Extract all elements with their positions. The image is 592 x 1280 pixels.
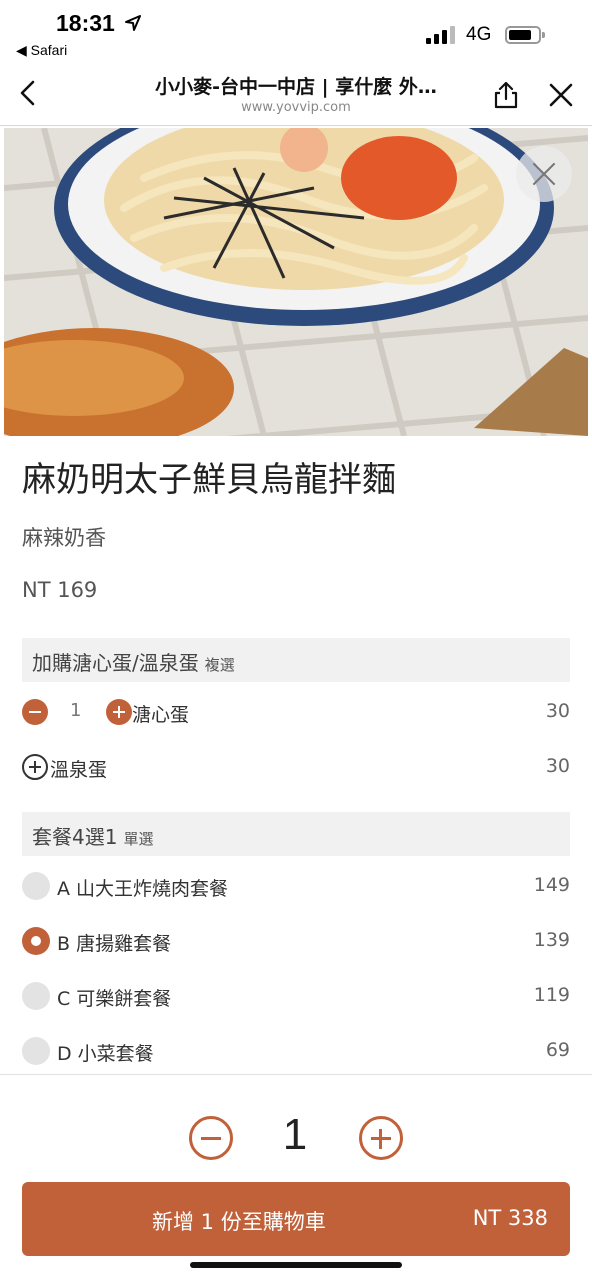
item-price: NT 169	[22, 578, 98, 602]
page-title: 小小麥-台中一中店 | 享什麼 外…	[155, 76, 437, 98]
combo-option-price: 69	[545, 1039, 570, 1061]
radio-button-selected[interactable]	[22, 927, 50, 955]
chevron-left-icon[interactable]	[16, 78, 40, 108]
addon-option-price: 30	[545, 700, 570, 722]
quantity-decrease-button[interactable]	[189, 1116, 233, 1160]
status-time: 18:31	[56, 10, 115, 36]
browser-toolbar: 小小麥-台中一中店 | 享什麼 外… www.yovvip.com	[0, 64, 592, 126]
combo-option-price: 139	[533, 929, 570, 951]
addon-option-row: 1 溏心蛋 30	[22, 692, 570, 732]
combo-option-row[interactable]: A 山大王炸燒肉套餐 149	[22, 866, 570, 906]
combo-option-row[interactable]: B 唐揚雞套餐 139	[22, 921, 570, 961]
combo-subtitle: 單選	[123, 830, 154, 848]
signal-icon	[426, 26, 458, 44]
addon-section-header: 加購溏心蛋/溫泉蛋 複選	[22, 638, 570, 682]
radio-button[interactable]	[22, 1037, 50, 1065]
close-item-button[interactable]	[516, 146, 572, 202]
cart-total: NT 338	[472, 1206, 548, 1230]
combo-option-label: A 山大王炸燒肉套餐	[57, 878, 229, 900]
plus-circle-icon[interactable]	[22, 754, 48, 780]
status-bar: 18:31 ◀ Safari 4G	[0, 0, 592, 64]
addon-title-text: 加購溏心蛋/溫泉蛋	[32, 651, 199, 675]
close-icon[interactable]	[548, 82, 574, 108]
quantity-increase-button[interactable]	[359, 1116, 403, 1160]
radio-button[interactable]	[22, 872, 50, 900]
combo-section-header: 套餐4選1 單選	[22, 812, 570, 856]
addon-decrease-button[interactable]	[22, 699, 48, 725]
combo-section-title: 套餐4選1 單選	[32, 821, 153, 850]
network-type: 4G	[466, 24, 492, 45]
addon-option-label: 溫泉蛋	[50, 759, 108, 781]
location-arrow-icon	[125, 15, 141, 31]
combo-option-price: 119	[533, 984, 570, 1006]
radio-button[interactable]	[22, 982, 50, 1010]
combo-option-label: D 小菜套餐	[57, 1043, 154, 1065]
back-to-app-link[interactable]: ◀ Safari	[16, 42, 67, 59]
combo-option-label: C 可樂餅套餐	[57, 988, 172, 1010]
quantity-value: 1	[282, 1110, 308, 1159]
combo-option-label: B 唐揚雞套餐	[57, 933, 172, 955]
addon-subtitle: 複選	[204, 656, 235, 674]
combo-option-row[interactable]: C 可樂餅套餐 119	[22, 976, 570, 1016]
combo-title-text: 套餐4選1	[32, 825, 118, 849]
addon-option-row[interactable]: 溫泉蛋 30	[22, 747, 570, 787]
addon-quantity: 1	[70, 700, 82, 721]
share-icon[interactable]	[492, 80, 520, 110]
addon-option-price: 30	[545, 755, 570, 777]
page-url: www.yovvip.com	[241, 100, 351, 115]
add-to-cart-button[interactable]: 新增 1 份至購物車 NT 338	[22, 1182, 570, 1256]
item-name: 麻奶明太子鮮貝烏龍拌麵	[22, 460, 396, 500]
addon-option-label: 溏心蛋	[132, 704, 190, 726]
add-to-cart-label: 新增 1 份至購物車	[152, 1210, 326, 1234]
battery-icon	[505, 26, 545, 44]
home-indicator	[190, 1262, 402, 1268]
item-description: 麻辣奶香	[22, 526, 106, 550]
dish-photo	[4, 128, 588, 436]
combo-option-row[interactable]: D 小菜套餐 69	[22, 1031, 570, 1071]
addon-increase-button[interactable]	[106, 699, 132, 725]
addon-section-title: 加購溏心蛋/溫泉蛋 複選	[32, 647, 235, 676]
combo-option-price: 149	[533, 874, 570, 896]
